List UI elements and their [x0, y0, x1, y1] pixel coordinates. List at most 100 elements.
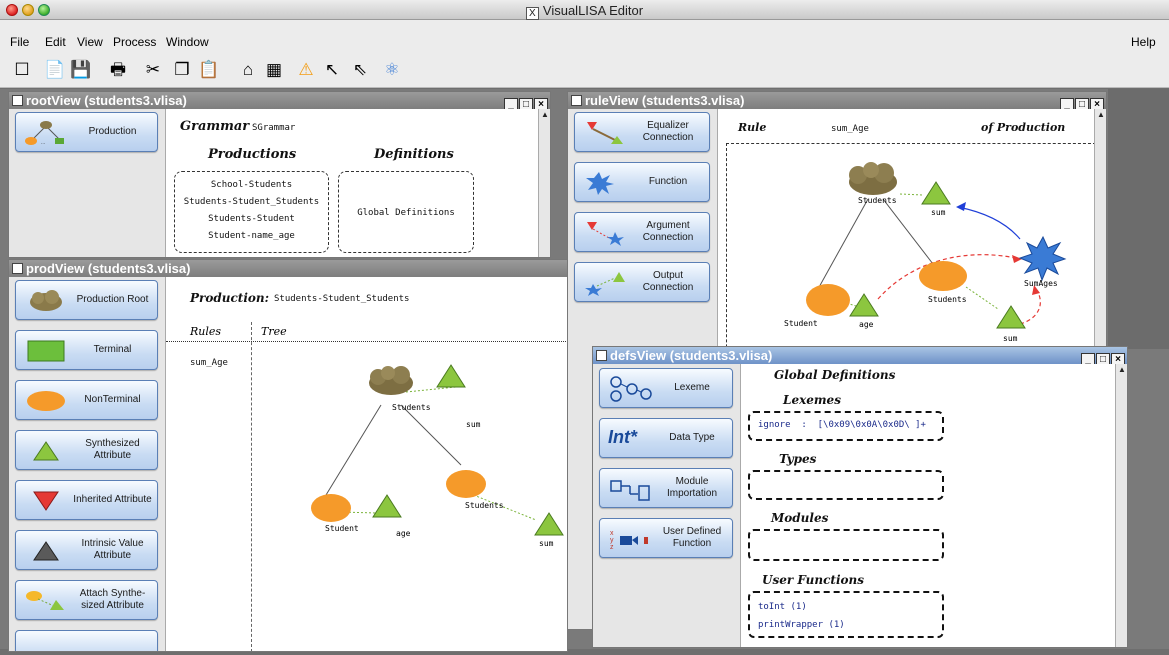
student-node[interactable] [311, 494, 351, 522]
menu-file[interactable]: File [10, 35, 29, 49]
svg-text:z: z [610, 544, 614, 551]
paste-icon[interactable]: 📋 [198, 60, 219, 80]
user-function-item[interactable]: printWrapper (1) [758, 620, 845, 630]
output-connection-button[interactable]: Output Connection [574, 262, 710, 302]
function-star-icon [586, 172, 614, 195]
productions-list: School-Students Students-Student_Student… [174, 171, 329, 253]
data-type-button[interactable]: Int* Data Type [599, 418, 733, 458]
production-button[interactable]: ... Production [15, 112, 158, 152]
production-tree [311, 364, 564, 536]
menu-process[interactable]: Process [113, 35, 156, 49]
cut-icon[interactable]: ✂ [143, 60, 163, 80]
rootview-window: rootView (students3.vlisa) _ □ × ... Produ… [8, 91, 551, 258]
prodview-canvas: Production: Students-Student_Students Ru… [166, 277, 567, 651]
menu-help[interactable]: Help [1131, 35, 1156, 49]
copy-icon[interactable]: ❐ [172, 60, 192, 80]
nonterminal-icon [27, 391, 65, 411]
sumages-label: SumAges [1024, 279, 1058, 288]
pointer-icon[interactable]: ↖ [322, 60, 342, 80]
menu-window[interactable]: Window [166, 35, 209, 49]
attach-synthesized-button[interactable]: Attach Synthe- sized Attribute [15, 580, 158, 620]
cloud-icon [30, 290, 62, 311]
students-root-node[interactable] [369, 366, 413, 395]
modules-label: Modules [771, 511, 829, 525]
production-item[interactable]: School-Students [175, 180, 328, 190]
multi-pointer-icon[interactable]: ⇖ [350, 60, 370, 80]
terminal-button[interactable]: Terminal [15, 330, 158, 370]
sum-attribute-node[interactable] [921, 181, 951, 205]
rootview-scrollbar[interactable]: ▲ [538, 109, 550, 257]
warning-icon[interactable]: ⚠ [296, 60, 316, 80]
student-node[interactable] [806, 284, 850, 316]
scroll-up-icon[interactable]: ▲ [1096, 110, 1106, 120]
production-item[interactable]: Students-Student [175, 214, 328, 224]
module-icon [610, 480, 650, 501]
print-icon[interactable]: 🖶 [108, 60, 128, 80]
argument-icon [587, 222, 624, 246]
rootview-titlebar[interactable]: rootView (students3.vlisa) _ □ × [9, 92, 550, 111]
desktop-right-panel [1108, 89, 1169, 349]
frame-icon [571, 95, 582, 106]
student-label: Student [784, 319, 818, 328]
scroll-up-icon[interactable]: ▲ [1117, 365, 1127, 375]
sum-child-attribute-node[interactable] [534, 512, 564, 536]
defsview-scrollbar[interactable]: ▲ [1115, 364, 1127, 647]
menu-view[interactable]: View [77, 35, 103, 49]
menu-edit[interactable]: Edit [45, 35, 66, 49]
synthesized-attribute-button[interactable]: Synthesized Attribute [15, 430, 158, 470]
titlebar-spacer [0, 20, 1169, 32]
user-function-item[interactable]: toInt (1) [758, 602, 807, 612]
argument-connection-button[interactable]: Argument Connection [574, 212, 710, 252]
x11-icon: X [525, 7, 539, 20]
user-functions-label: User Functions [762, 573, 865, 587]
defsview-titlebar[interactable]: defsView (students3.vlisa) _ □ × [593, 347, 1127, 366]
module-importation-button[interactable]: Module Importation [599, 468, 733, 508]
rootview-palette: ... Production [9, 109, 166, 257]
production-item[interactable]: Students-Student_Students [175, 197, 328, 207]
function-button[interactable]: Function [574, 162, 710, 202]
save-icon[interactable]: 💾 [70, 60, 91, 80]
sum-label: sum [931, 208, 946, 217]
lexeme-button[interactable]: Lexeme [599, 368, 733, 408]
students-child-node[interactable] [919, 261, 967, 291]
blocks-icon[interactable]: ▦ [264, 60, 284, 80]
definition-item[interactable]: Global Definitions [339, 208, 473, 218]
svg-text:...: ... [41, 140, 45, 146]
ruleview-titlebar[interactable]: ruleView (students3.vlisa) _ □ × [568, 92, 1106, 111]
nonterminal-button[interactable]: NonTerminal [15, 380, 158, 420]
lexeme-item[interactable]: ignore : [\0x09\0x0A\0x0D\ ]+ [758, 420, 926, 430]
user-defined-function-button[interactable]: xyz User Defined Function [599, 518, 733, 558]
more-palette-button[interactable] [15, 630, 158, 651]
int-type-icon: Int* [608, 427, 637, 447]
age-attribute-node[interactable] [372, 494, 402, 518]
modules-box [748, 529, 944, 561]
production-root-button[interactable]: Production Root [15, 280, 158, 320]
students-child-node[interactable] [446, 470, 486, 498]
scroll-up-icon[interactable]: ▲ [540, 110, 550, 120]
inherited-attribute-button[interactable]: Inherited Attribute [15, 480, 158, 520]
intrinsic-value-button[interactable]: Intrinsic Value Attribute [15, 530, 158, 570]
home-icon[interactable]: ⌂ [238, 60, 258, 80]
sumages-function-node[interactable] [1018, 235, 1067, 282]
students-root-node[interactable] [849, 162, 897, 195]
prodview-titlebar[interactable]: prodView (students3.vlisa) [9, 260, 567, 277]
atom-icon[interactable]: ⚛ [382, 60, 402, 80]
intrinsic-triangle-icon [33, 541, 59, 561]
new-icon[interactable]: ☐ [12, 60, 32, 80]
window-titlebar: X VisualLISA Editor [0, 0, 1169, 20]
open-icon[interactable]: 📄 [44, 60, 65, 80]
prodview-palette: Production Root Terminal NonTerminal Syn… [9, 277, 166, 651]
definitions-list: Global Definitions [338, 171, 474, 253]
inherited-triangle-icon [33, 491, 59, 511]
svg-text:x: x [610, 530, 614, 537]
students-root-label: Students [392, 403, 431, 412]
age-attribute-node[interactable] [849, 293, 879, 317]
frame-icon [12, 263, 23, 274]
production-item[interactable]: Student-name_age [175, 231, 328, 241]
sum-child-attribute-node[interactable] [996, 305, 1026, 329]
global-definitions-label: Global Definitions [774, 368, 896, 382]
sum-child-label: sum [1003, 334, 1018, 343]
prodview-window: prodView (students3.vlisa) Production Ro… [8, 259, 568, 652]
equalizer-connection-button[interactable]: Equalizer Connection [574, 112, 710, 152]
sum-attribute-node[interactable] [436, 364, 466, 388]
